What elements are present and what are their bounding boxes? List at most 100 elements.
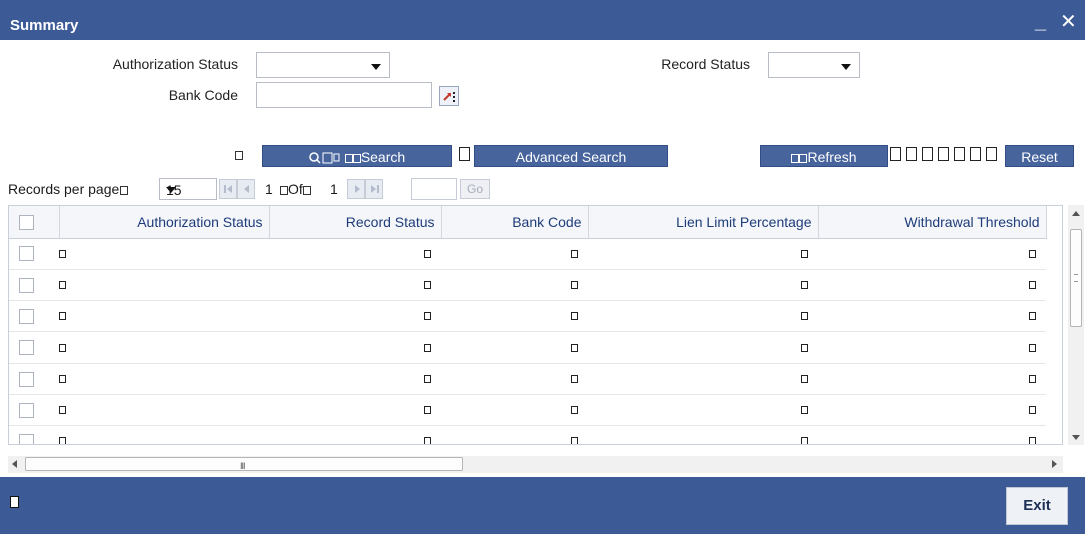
table-cell [818, 331, 1046, 364]
table-cell [818, 363, 1046, 395]
previous-page-icon[interactable] [237, 179, 255, 199]
column-header-withdrawal-threshold[interactable]: Withdrawal Threshold [818, 206, 1047, 239]
scroll-down-icon[interactable] [1072, 435, 1080, 440]
separator-glyph [459, 147, 470, 161]
cell-glyph [801, 312, 808, 321]
table-cell [441, 363, 588, 395]
row-checkbox[interactable] [19, 340, 34, 356]
reset-button[interactable]: Reset [1005, 145, 1074, 167]
table-cell [269, 269, 441, 302]
table-cell [59, 238, 269, 270]
scroll-up-icon[interactable] [1072, 211, 1080, 216]
list-of-values-button[interactable] [439, 86, 459, 106]
table-cell [818, 394, 1046, 427]
cell-glyph [571, 343, 578, 352]
search-button[interactable]: Search [262, 145, 452, 167]
table-cell [588, 331, 818, 364]
table-cell [441, 269, 588, 302]
bank-code-input[interactable] [256, 82, 432, 108]
cell-glyph [59, 406, 66, 415]
cell-glyph [424, 374, 431, 383]
authorization-status-select[interactable] [256, 52, 390, 78]
bank-code-label: Bank Code [168, 87, 238, 103]
cell-glyph [801, 374, 808, 383]
cell-glyph [571, 249, 578, 258]
label-glyph [352, 153, 361, 163]
row-checkbox[interactable] [19, 277, 34, 293]
minimize-button[interactable]: _ [1035, 12, 1046, 32]
table-cell [441, 300, 588, 333]
cell-glyph [59, 374, 66, 383]
row-select-cell [9, 238, 59, 270]
table-row[interactable] [9, 425, 1046, 444]
scroll-right-icon[interactable] [1052, 460, 1057, 468]
status-glyph [10, 496, 19, 508]
table-cell [441, 331, 588, 364]
cell-glyph [59, 343, 66, 352]
refresh-button[interactable]: Refresh [760, 145, 888, 167]
row-select-cell [9, 363, 59, 395]
table-cell [269, 300, 441, 333]
row-checkbox[interactable] [19, 434, 34, 444]
table-cell [59, 425, 269, 444]
table-row[interactable] [9, 300, 1046, 333]
lookup-icon [443, 92, 455, 102]
go-to-page-input[interactable] [411, 178, 457, 200]
cell-glyph [571, 437, 578, 444]
results-grid: Authorization Status Record Status Bank … [8, 205, 1063, 445]
footer-bar: Exit [0, 477, 1085, 534]
record-status-select[interactable] [768, 52, 860, 78]
table-cell [269, 394, 441, 427]
row-checkbox[interactable] [19, 402, 34, 418]
cell-glyph [571, 406, 578, 415]
scroll-left-icon[interactable] [12, 460, 17, 468]
vertical-scrollbar[interactable] [1068, 205, 1084, 445]
of-label: Of [280, 181, 311, 197]
column-header-record-status[interactable]: Record Status [269, 206, 442, 239]
cell-glyph [59, 312, 66, 321]
horizontal-scroll-thumb[interactable]: III [25, 457, 463, 471]
column-header-authorization-status[interactable]: Authorization Status [59, 206, 270, 239]
next-page-icon[interactable] [347, 179, 365, 199]
table-row[interactable] [9, 238, 1046, 270]
row-select-cell [9, 331, 59, 364]
last-page-icon[interactable] [365, 179, 383, 199]
cell-glyph [801, 343, 808, 352]
table-cell [59, 269, 269, 302]
first-page-icon[interactable] [219, 179, 237, 199]
results-table: Authorization Status Record Status Bank … [9, 206, 1047, 444]
row-select-cell [9, 425, 59, 444]
table-cell [588, 394, 818, 427]
table-row[interactable] [9, 363, 1046, 395]
table-row[interactable] [9, 394, 1046, 427]
table-cell [59, 331, 269, 364]
table-row[interactable] [9, 331, 1046, 364]
chevron-down-icon [166, 187, 176, 193]
title-bar: Summary _ ✕ [0, 0, 1085, 40]
go-button[interactable]: Go [460, 179, 490, 199]
row-checkbox[interactable] [19, 308, 34, 324]
table-row[interactable] [9, 269, 1046, 302]
reset-prefix-glyphs [890, 147, 1004, 163]
chevron-down-icon [371, 64, 381, 70]
cell-glyph [59, 437, 66, 444]
column-header-bank-code[interactable]: Bank Code [441, 206, 589, 239]
vertical-scroll-thumb[interactable] [1070, 229, 1082, 327]
column-header-lien-limit-percentage[interactable]: Lien Limit Percentage [588, 206, 819, 239]
row-checkbox[interactable] [19, 246, 34, 262]
current-page: 1 [265, 181, 273, 197]
table-header-row: Authorization Status Record Status Bank … [9, 206, 1047, 239]
records-per-page-select[interactable]: 15 [159, 178, 217, 200]
table-cell [269, 363, 441, 395]
row-select-cell [9, 394, 59, 427]
select-all-checkbox[interactable] [19, 215, 34, 231]
row-checkbox[interactable] [19, 371, 34, 387]
advanced-search-button[interactable]: Advanced Search [474, 145, 668, 167]
table-cell [59, 394, 269, 427]
horizontal-scrollbar[interactable]: III [8, 456, 1063, 473]
exit-button[interactable]: Exit [1006, 487, 1068, 525]
table-cell [441, 238, 588, 270]
label-glyph [344, 153, 353, 163]
table-body [9, 238, 1046, 444]
close-icon[interactable]: ✕ [1060, 12, 1077, 32]
